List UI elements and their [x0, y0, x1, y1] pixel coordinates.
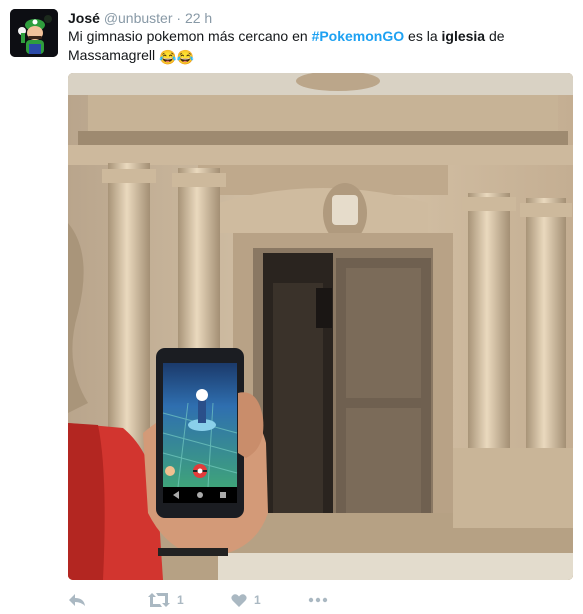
author-handle[interactable]: @unbuster — [104, 10, 173, 26]
reply-button[interactable] — [68, 588, 86, 612]
tweet-text: Mi gimnasio pokemon más cercano en #Poke… — [68, 27, 568, 67]
heart-icon — [231, 593, 247, 607]
avatar-image — [10, 9, 58, 57]
tweet-photo[interactable] — [68, 73, 573, 580]
more-button[interactable] — [308, 588, 328, 612]
retweet-count: 1 — [177, 593, 184, 607]
laughing-emoji: 😂😂 — [159, 49, 194, 65]
like-count: 1 — [254, 593, 261, 607]
like-button[interactable]: 1 — [231, 588, 261, 612]
retweet-icon — [148, 593, 170, 607]
separator: · — [176, 10, 182, 26]
retweet-button[interactable]: 1 — [148, 588, 184, 612]
more-icon — [308, 597, 328, 603]
reply-icon — [69, 594, 85, 606]
tweet-text-part: es la — [404, 28, 442, 44]
church-photo — [68, 73, 573, 580]
hashtag-link[interactable]: #PokemonGO — [312, 28, 405, 44]
author-name[interactable]: José — [68, 10, 100, 26]
timestamp[interactable]: 22 h — [185, 10, 212, 26]
tweet-actions: 1 1 — [68, 588, 573, 612]
bold-word: iglesia — [441, 28, 486, 44]
tweet-header: José @unbuster · 22 h — [68, 9, 212, 27]
tweet-text-part: Mi gimnasio pokemon más cercano en — [68, 28, 312, 44]
avatar[interactable] — [10, 9, 58, 57]
